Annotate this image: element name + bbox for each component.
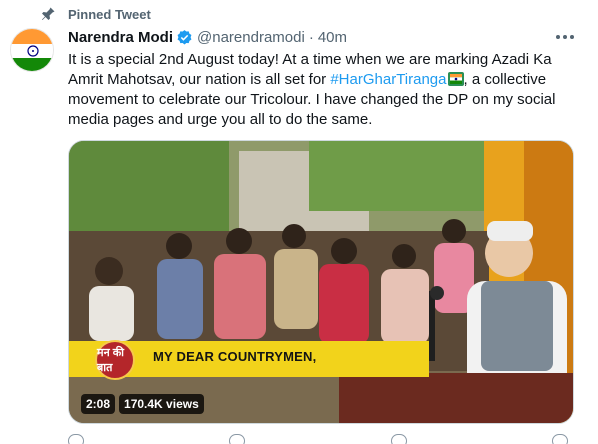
video-duration: 2:08 [81,394,116,414]
banner-logo: मन की बात [95,340,135,380]
video-player[interactable]: मन की बात MY DEAR COUNTRYMEN, 2:08 170.4… [68,140,574,424]
video-stats: 2:08 170.4K views [81,393,204,415]
video-thumbnail [69,141,573,423]
flag-emoji-icon [447,72,464,86]
like-button[interactable] [390,434,407,444]
india-flag-avatar [11,29,53,71]
author-handle[interactable]: @narendramodi [197,29,305,46]
reply-button[interactable] [68,434,84,444]
banner-text: MY DEAR COUNTRYMEN, [153,349,317,364]
more-icon[interactable] [554,28,576,46]
separator-dot: · [308,28,314,46]
retweet-button[interactable] [229,434,246,444]
share-icon [551,434,568,444]
tweet-text: It is a special 2nd August today! At a t… [68,50,576,130]
share-button[interactable] [551,434,568,444]
tweet-actions [68,434,568,444]
author-name[interactable]: Narendra Modi [68,29,173,46]
avatar[interactable] [10,28,54,72]
tweet-header: Narendra Modi @narendramodi · 40m [68,28,347,46]
verified-icon [177,29,192,45]
tweet-time[interactable]: 40m [318,29,347,46]
pin-icon [42,7,55,20]
pinned-indicator: Pinned Tweet [40,6,151,22]
retweet-icon [229,434,246,444]
video-views: 170.4K views [119,394,204,414]
hashtag-link[interactable]: #HarGharTiranga [330,71,446,88]
pinned-label: Pinned Tweet [68,6,151,22]
like-icon [390,434,407,444]
reply-icon [68,434,84,444]
